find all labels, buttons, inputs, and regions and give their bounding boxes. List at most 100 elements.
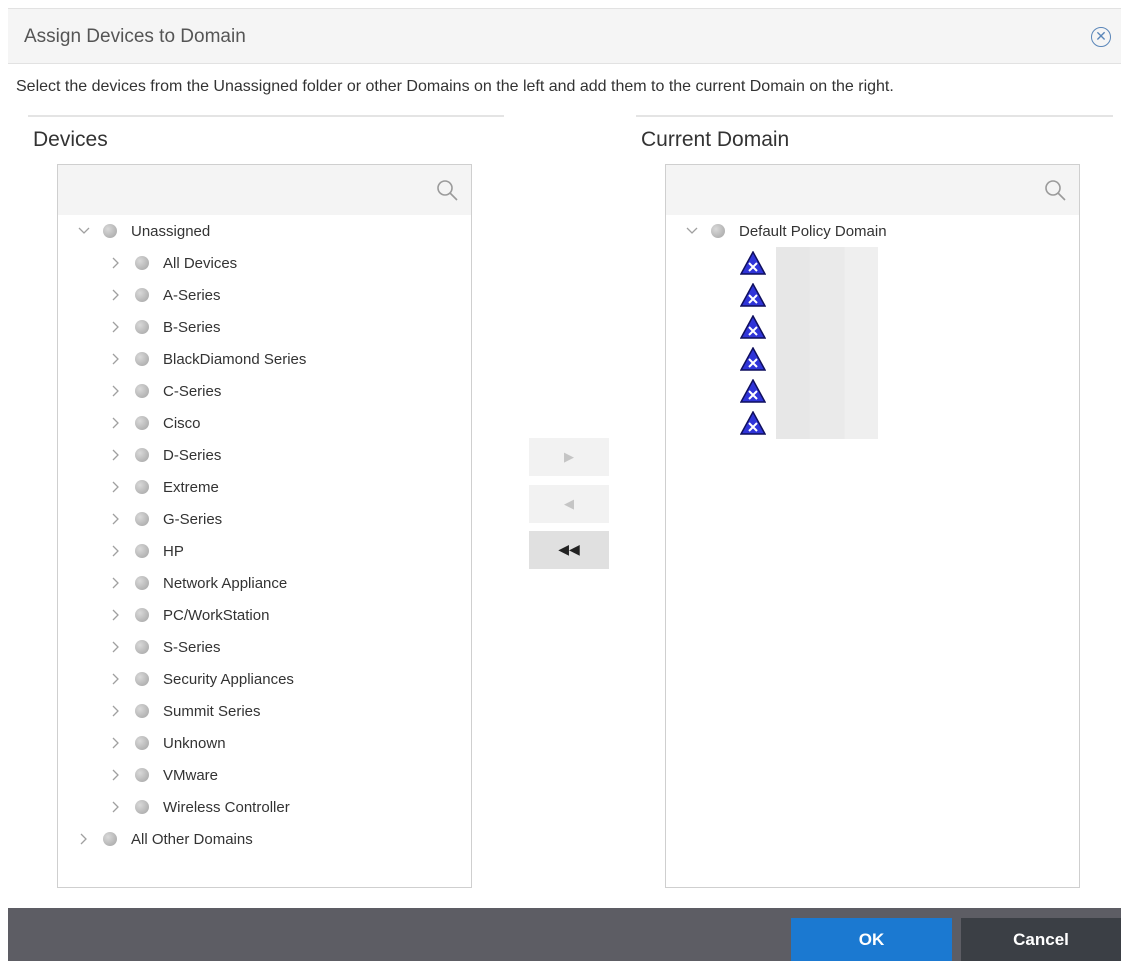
add-device-button[interactable]: ▶: [529, 438, 609, 476]
chevron-right-icon[interactable]: [109, 672, 123, 686]
device-name-redacted[interactable]: [776, 407, 878, 439]
chevron-right-icon[interactable]: [109, 288, 123, 302]
chevron-right-icon[interactable]: [109, 384, 123, 398]
folder-dot-icon: [135, 448, 149, 462]
chevron-right-icon[interactable]: [109, 640, 123, 654]
folder-dot-icon: [135, 512, 149, 526]
chevron-right-icon[interactable]: [109, 544, 123, 558]
domain-search-input[interactable]: [666, 165, 1079, 215]
folder-dot-icon: [135, 608, 149, 622]
folder-dot-icon: [135, 736, 149, 750]
chevron-right-icon[interactable]: [109, 256, 123, 270]
tree-item-device-group[interactable]: Unknown: [58, 727, 226, 759]
tree-item-label: BlackDiamond Series: [163, 350, 307, 368]
chevron-right-icon[interactable]: [109, 512, 123, 526]
tree-item-device-group[interactable]: Summit Series: [58, 695, 261, 727]
folder-dot-icon: [135, 800, 149, 814]
tree-item-device-group[interactable]: BlackDiamond Series: [58, 343, 306, 375]
device-name-redacted[interactable]: [776, 279, 878, 311]
remove-device-button[interactable]: ◀: [529, 485, 609, 523]
tree-item-label: All Other Domains: [131, 830, 253, 848]
device-warning-icon[interactable]: [740, 347, 766, 371]
tree-item-device-group[interactable]: A-Series: [58, 279, 221, 311]
device-name-redacted[interactable]: [776, 375, 878, 407]
tree-item-label: A-Series: [163, 286, 221, 304]
chevron-right-icon[interactable]: [109, 448, 123, 462]
device-warning-icon[interactable]: [740, 379, 766, 403]
chevron-right-icon[interactable]: [109, 352, 123, 366]
tree-item-device-group[interactable]: VMware: [58, 759, 218, 791]
chevron-right-icon[interactable]: [109, 576, 123, 590]
close-icon[interactable]: ✕: [1091, 27, 1111, 47]
device-warning-icon[interactable]: [740, 251, 766, 275]
tree-item-device-group[interactable]: Wireless Controller: [58, 791, 290, 823]
device-warning-icon[interactable]: [740, 283, 766, 307]
dialog-title: Assign Devices to Domain: [24, 26, 246, 47]
tree-item-label: Default Policy Domain: [739, 222, 887, 240]
current-domain-panel: Default Policy Domain: [665, 164, 1080, 888]
tree-item-label: Security Appliances: [163, 670, 294, 688]
dialog-titlebar: Assign Devices to Domain ✕: [8, 8, 1121, 64]
tree-item-device-group[interactable]: B-Series: [58, 311, 221, 343]
chevron-right-icon[interactable]: [77, 832, 91, 846]
devices-search-input[interactable]: [58, 165, 471, 215]
tree-item-unassigned[interactable]: Unassigned: [58, 215, 210, 247]
tree-item-device-group[interactable]: HP: [58, 535, 184, 567]
tree-item-device-group[interactable]: Cisco: [58, 407, 201, 439]
device-name-redacted[interactable]: [776, 343, 878, 375]
tree-item-all-other-domains[interactable]: All Other Domains: [58, 823, 253, 855]
tree-item-label: Network Appliance: [163, 574, 288, 592]
remove-all-devices-button[interactable]: ◀◀: [529, 531, 609, 569]
chevron-right-icon[interactable]: [109, 800, 123, 814]
chevron-right-icon[interactable]: [109, 768, 123, 782]
tree-item-device-group[interactable]: PC/WorkStation: [58, 599, 269, 631]
folder-dot-icon: [135, 640, 149, 654]
tree-item-label: S-Series: [163, 638, 221, 656]
device-warning-icon[interactable]: [740, 315, 766, 339]
folder-dot-icon: [135, 320, 149, 334]
device-name-redacted[interactable]: [776, 311, 878, 343]
folder-dot-icon: [135, 384, 149, 398]
folder-dot-icon: [135, 288, 149, 302]
tree-item-label: Summit Series: [163, 702, 261, 720]
tree-item-device-group[interactable]: Extreme: [58, 471, 219, 503]
search-icon: [437, 180, 458, 201]
folder-dot-icon: [135, 256, 149, 270]
cancel-button[interactable]: Cancel: [961, 918, 1121, 961]
ok-button[interactable]: OK: [791, 918, 952, 961]
tree-item-label: Wireless Controller: [163, 798, 290, 816]
tree-item-label: PC/WorkStation: [163, 606, 270, 624]
chevron-down-icon[interactable]: [685, 224, 699, 238]
tree-item-default-policy-domain[interactable]: Default Policy Domain: [666, 215, 887, 247]
chevron-down-icon[interactable]: [77, 224, 91, 238]
tree-item-label: HP: [163, 542, 184, 560]
device-name-redacted[interactable]: [776, 247, 878, 279]
tree-item-label: All Devices: [163, 254, 238, 272]
folder-dot-icon: [135, 768, 149, 782]
chevron-right-icon[interactable]: [109, 320, 123, 334]
folder-dot-icon: [103, 832, 117, 846]
tree-item-device-group[interactable]: D-Series: [58, 439, 221, 471]
current-domain-label: Current Domain: [641, 128, 790, 151]
chevron-right-icon[interactable]: [109, 736, 123, 750]
tree-item-device-group[interactable]: Security Appliances: [58, 663, 294, 695]
tree-item-device-group[interactable]: C-Series: [58, 375, 221, 407]
chevron-right-icon[interactable]: [109, 480, 123, 494]
folder-dot-icon: [103, 224, 117, 238]
device-warning-icon[interactable]: [740, 411, 766, 435]
tree-item-label: Cisco: [163, 414, 201, 432]
tree-item-device-group[interactable]: G-Series: [58, 503, 222, 535]
chevron-right-icon[interactable]: [109, 704, 123, 718]
folder-dot-icon: [711, 224, 725, 238]
tree-item-label: C-Series: [163, 382, 222, 400]
tree-item-device-group[interactable]: All Devices: [58, 247, 237, 279]
tree-item-label: Extreme: [163, 478, 219, 496]
folder-dot-icon: [135, 544, 149, 558]
folder-dot-icon: [135, 416, 149, 430]
tree-item-label: Unknown: [163, 734, 226, 752]
tree-item-device-group[interactable]: Network Appliance: [58, 567, 287, 599]
tree-item-device-group[interactable]: S-Series: [58, 631, 221, 663]
chevron-right-icon[interactable]: [109, 416, 123, 430]
folder-dot-icon: [135, 672, 149, 686]
chevron-right-icon[interactable]: [109, 608, 123, 622]
